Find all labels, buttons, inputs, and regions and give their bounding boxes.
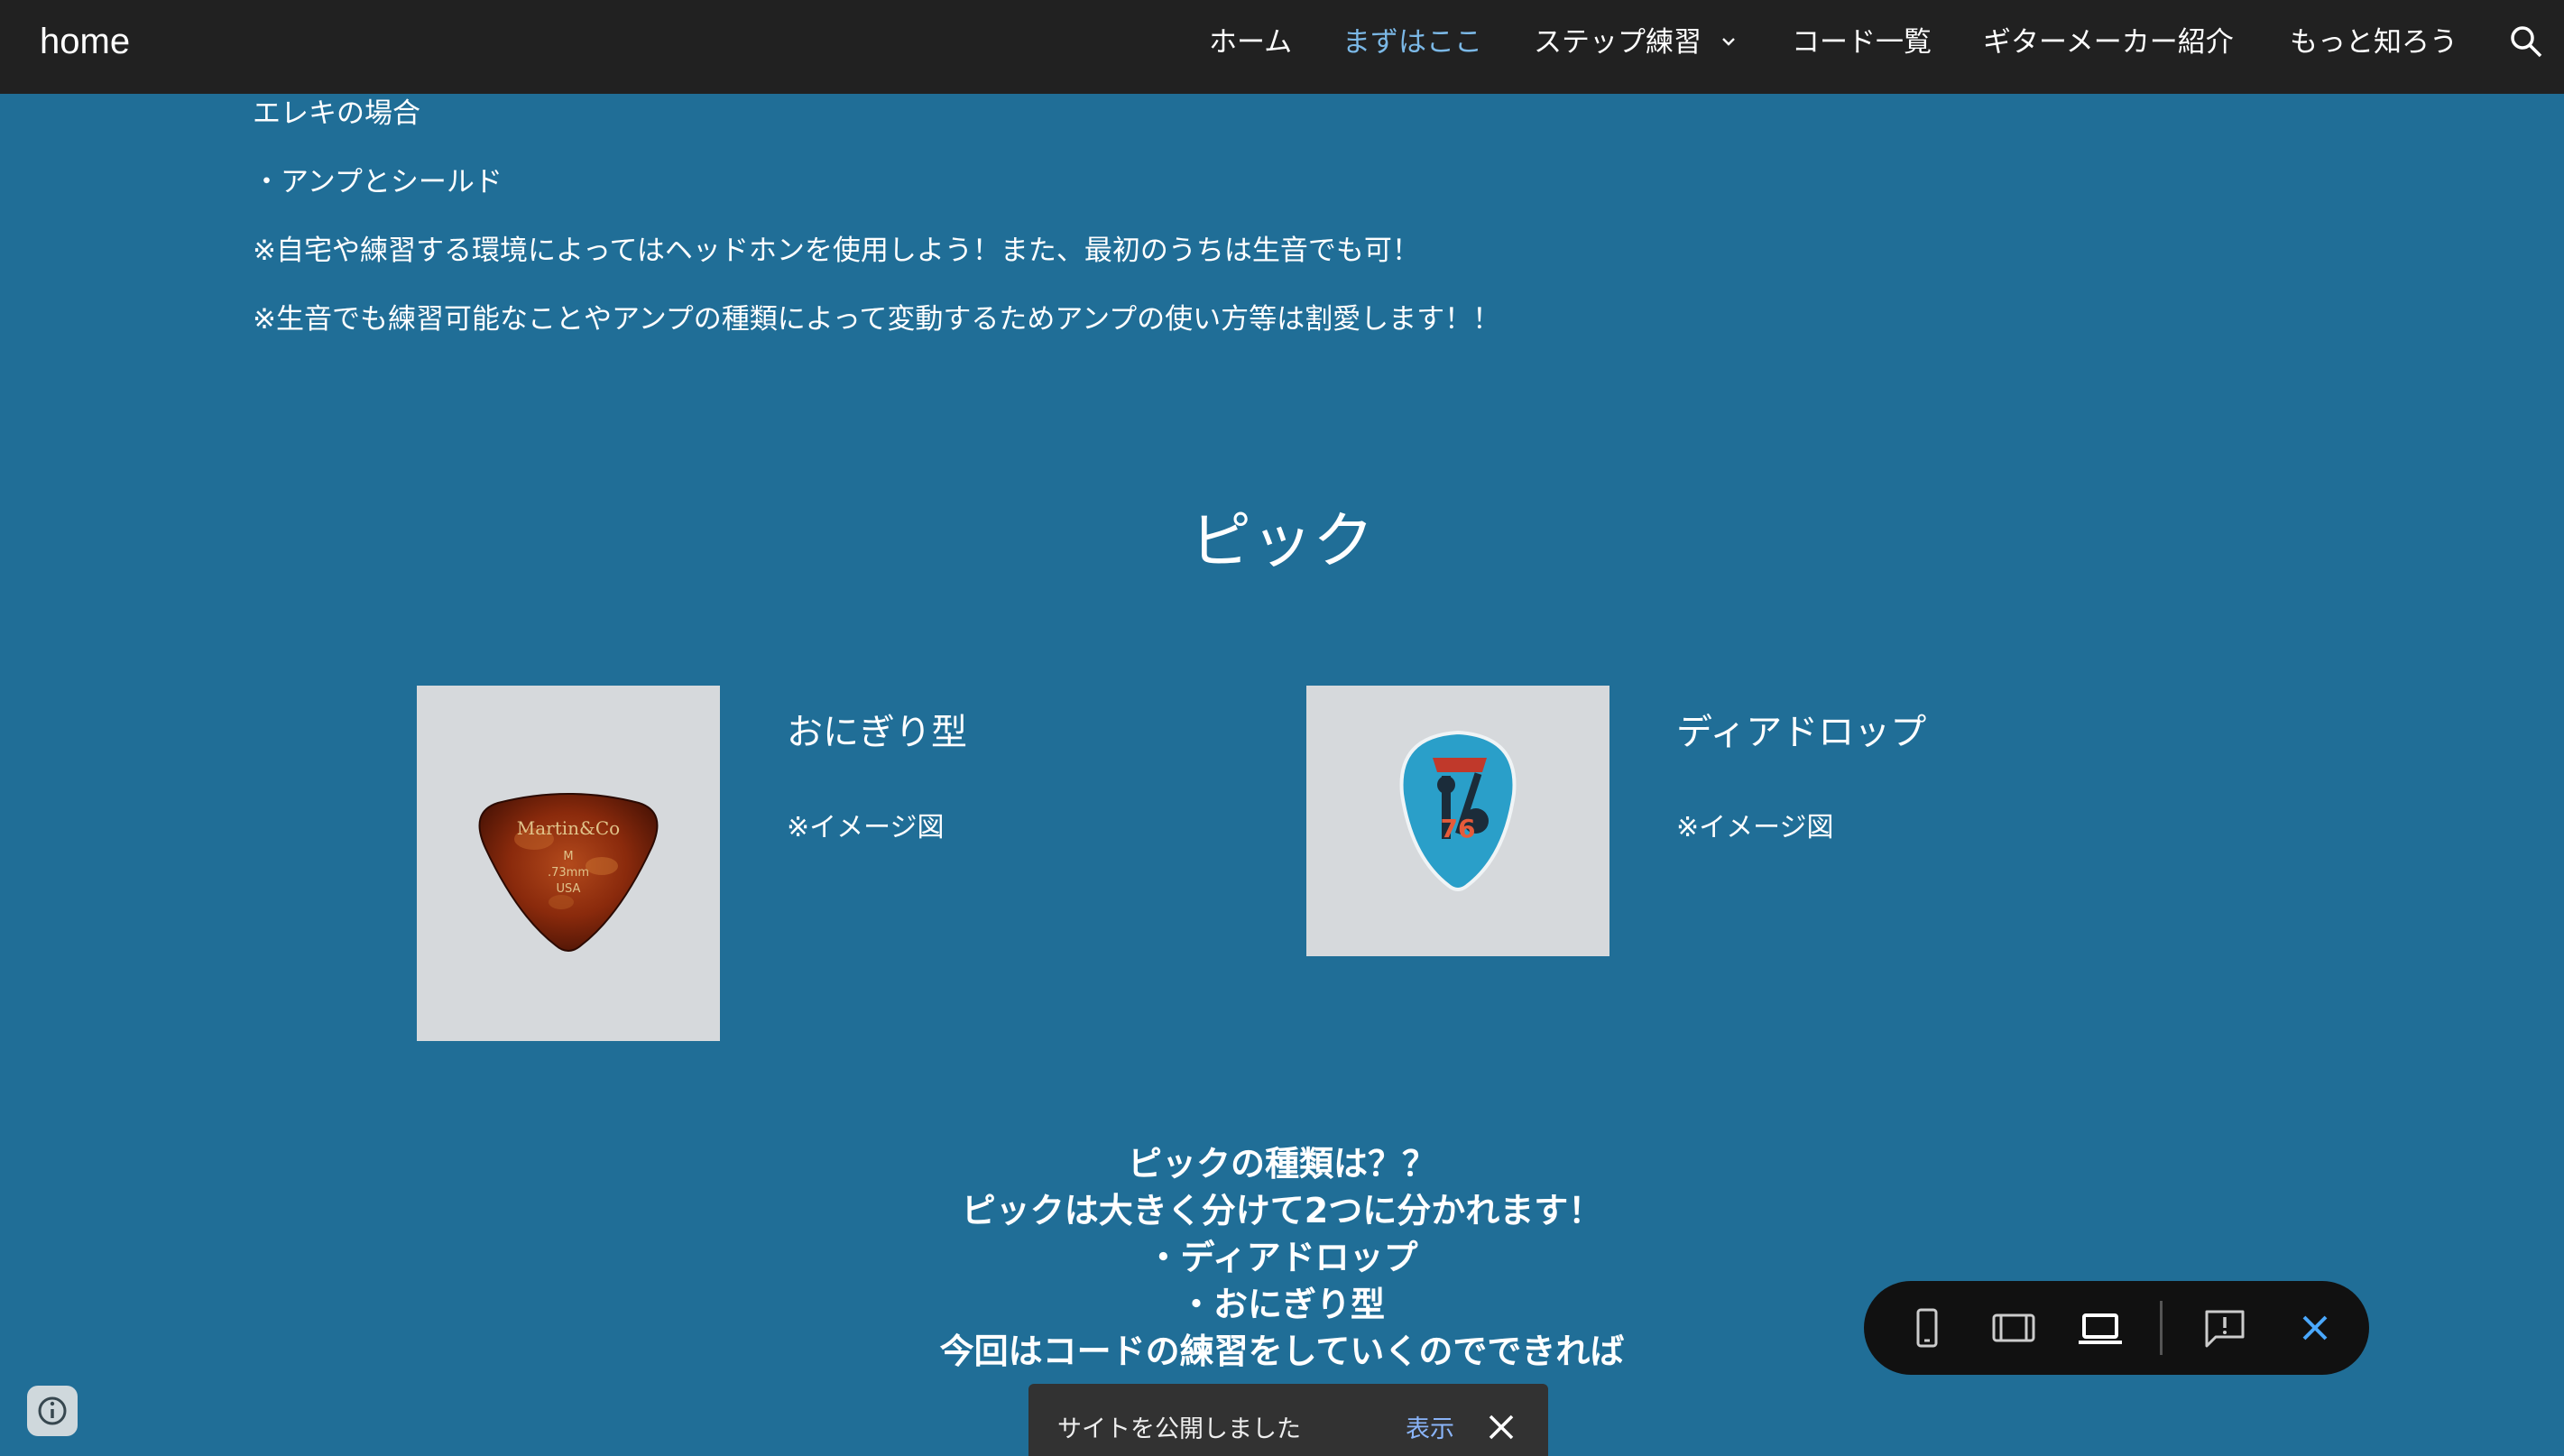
info-icon — [38, 1396, 67, 1425]
close-icon[interactable] — [2292, 1304, 2338, 1351]
toast-message: サイトを公開しました — [1057, 1415, 1301, 1443]
toolbar-divider — [2160, 1301, 2163, 1355]
paragraph-headphones-note: ※自宅や練習する環境によってはヘッドホンを使用しよう！また、最初のうちは生音でも… — [253, 235, 1420, 267]
chevron-down-icon[interactable] — [1721, 34, 1736, 49]
search-icon[interactable] — [2508, 23, 2544, 60]
nav-item-guitar-makers[interactable]: ギターメーカー紹介 — [1983, 22, 2234, 63]
paragraph-amp-shield: ・アンプとシールド — [253, 166, 503, 198]
feedback-icon[interactable] — [2201, 1304, 2248, 1351]
paragraph-electric: エレキの場合 — [253, 97, 420, 130]
top-nav-bar: home ホーム まずはここ ステップ練習 コード一覧 ギターメーカー紹介 もっ… — [0, 0, 2564, 94]
triangle-pick-illustration — [478, 793, 659, 952]
nav-item-start-here[interactable]: まずはここ — [1342, 22, 1482, 63]
nav-item-learn-more[interactable]: もっと知ろう — [2290, 22, 2458, 63]
nav-item-chord-list[interactable]: コード一覧 — [1792, 22, 1932, 63]
pick-size-text: M — [563, 850, 574, 863]
preview-toolbar — [1864, 1281, 2369, 1375]
card-note-triangle: ※イメージ図 — [787, 812, 945, 843]
card-title-triangle: おにぎり型 — [787, 712, 967, 753]
toast-view-button[interactable]: 表示 — [1406, 1409, 1454, 1444]
center-line: ・ディアドロップ — [1146, 1238, 1418, 1277]
pick-origin-text: USA — [556, 882, 581, 896]
tablet-view-icon[interactable] — [1990, 1304, 2037, 1351]
triangle-pick-image: Martin&Co M .73mm USA — [417, 686, 720, 1041]
laptop-view-icon[interactable] — [2077, 1304, 2124, 1351]
pick-gauge-text: .73mm — [547, 866, 589, 880]
center-line: ピックは大きく分けて2つに分かれます！ — [961, 1191, 1603, 1230]
teardrop-pick-image: 76 — [1306, 686, 1609, 956]
phone-view-icon[interactable] — [1904, 1304, 1951, 1351]
nav-item-home[interactable]: ホーム — [1209, 22, 1292, 63]
center-line: ピックの種類は？？ — [1127, 1144, 1436, 1184]
close-icon[interactable] — [1487, 1413, 1516, 1442]
pick-number-text: 76 — [1440, 814, 1476, 843]
pick-brand-text: Martin&Co — [516, 817, 621, 839]
paragraph-amp-note: ※生音でも練習可能なことやアンプの種類によって変動するためアンプの使い方等は割愛… — [253, 303, 1501, 336]
card-title-teardrop: ディアドロップ — [1676, 712, 1927, 753]
publish-toast: サイトを公開しました 表示 — [1028, 1384, 1548, 1456]
section-title-pick: ピック — [1189, 506, 1374, 577]
card-note-teardrop: ※イメージ図 — [1676, 812, 1834, 843]
site-title[interactable]: home — [40, 22, 130, 62]
nav-item-step-practice[interactable]: ステップ練習 — [1534, 22, 1702, 63]
info-button[interactable] — [27, 1386, 78, 1436]
